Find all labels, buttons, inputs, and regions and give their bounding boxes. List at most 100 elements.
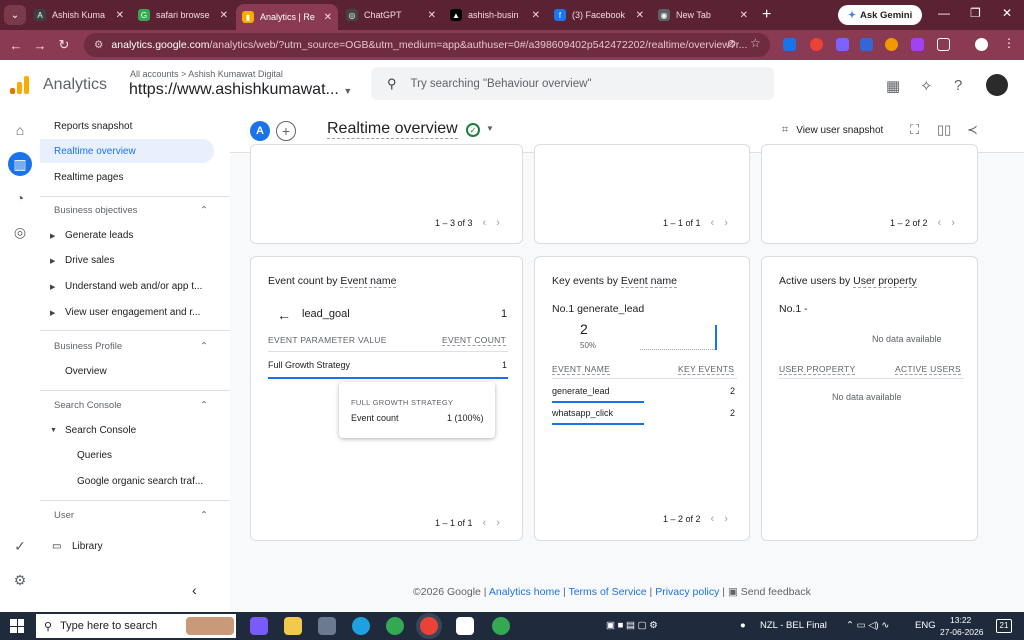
sidebar-item-generate-leads[interactable]: ▶ Generate leads: [50, 230, 210, 241]
fullscreen-icon[interactable]: ⛶: [910, 122, 919, 138]
explore-icon[interactable]: ◔: [10, 188, 30, 208]
browser-tab[interactable]: Gsafari browse ✕: [132, 3, 234, 27]
prev-page-icon[interactable]: ‹: [483, 517, 487, 529]
browser-tab-active[interactable]: ▮ Analytics | Re ✕: [236, 4, 338, 30]
dimension-selector[interactable]: User property: [853, 275, 917, 288]
clock-time[interactable]: 13:22: [950, 615, 971, 625]
chevron-down-icon[interactable]: ▼: [486, 124, 494, 133]
add-comparison-button[interactable]: +: [276, 121, 296, 141]
admin-check-icon[interactable]: ✓: [10, 536, 30, 556]
close-icon[interactable]: ✕: [636, 10, 644, 21]
section-user[interactable]: User ⌃: [54, 510, 208, 521]
windows-start-icon[interactable]: [10, 619, 24, 633]
browser-menu-icon[interactable]: ⋮: [1003, 36, 1015, 50]
prev-page-icon[interactable]: ‹: [938, 217, 942, 229]
browser-tab[interactable]: f (3) Facebook ✕: [548, 3, 650, 27]
table-row-label[interactable]: Full Growth Strategy: [268, 360, 350, 370]
browser-tab[interactable]: ◎ ChatGPT ✕: [340, 3, 442, 27]
advertising-icon[interactable]: ◎: [10, 222, 30, 242]
column-header[interactable]: ACTIVE USERS: [895, 364, 961, 375]
minimize-icon[interactable]: —: [938, 6, 950, 20]
browser-tab[interactable]: A Ashish Kuma ✕: [28, 3, 130, 27]
apps-grid-icon[interactable]: ▦: [886, 77, 900, 95]
prev-page-icon[interactable]: ‹: [711, 217, 715, 229]
app-icon[interactable]: [318, 617, 336, 635]
extension-icon[interactable]: [836, 38, 849, 51]
copilot-icon[interactable]: [250, 617, 268, 635]
next-page-icon[interactable]: ›: [724, 513, 728, 525]
chrome-profile-icon[interactable]: [492, 617, 510, 635]
terms-link[interactable]: Terms of Service: [568, 586, 646, 598]
weather-text[interactable]: NZL - BEL Final: [760, 620, 827, 631]
profile-icon[interactable]: [975, 38, 988, 51]
close-icon[interactable]: ✕: [116, 10, 124, 21]
share-icon[interactable]: ≺: [967, 122, 978, 138]
reload-icon[interactable]: ↻: [52, 37, 76, 53]
app-icon[interactable]: [456, 617, 474, 635]
reports-icon[interactable]: ▥: [8, 152, 32, 176]
prev-page-icon[interactable]: ‹: [711, 513, 715, 525]
breadcrumb[interactable]: All accounts > Ashish Kumawat Digital: [130, 69, 283, 79]
compare-columns-icon[interactable]: ▯▯: [937, 122, 951, 138]
language-indicator[interactable]: ENG: [915, 620, 936, 631]
edge-icon[interactable]: [352, 617, 370, 635]
settings-gear-icon[interactable]: ⚙: [10, 570, 30, 590]
back-icon[interactable]: ←: [4, 38, 28, 53]
close-icon[interactable]: ✕: [220, 10, 228, 21]
sparkline-bar[interactable]: [715, 325, 717, 350]
section-business-profile[interactable]: Business Profile ⌃: [54, 341, 208, 352]
sidebar-item-realtime-overview[interactable]: Realtime overview: [40, 139, 214, 163]
dimension-selector[interactable]: Event name: [340, 275, 397, 288]
collapse-sidebar-chevron-icon[interactable]: ‹: [192, 582, 197, 598]
sidebar-item-library[interactable]: ▭ Library: [52, 541, 212, 552]
column-header[interactable]: KEY EVENTS: [678, 364, 735, 375]
section-business-objectives[interactable]: Business objectives ⌃: [54, 205, 208, 216]
section-search-console[interactable]: Search Console ⌃: [54, 400, 208, 411]
download-icon[interactable]: [783, 38, 796, 51]
close-icon[interactable]: ✕: [428, 10, 436, 21]
extension-icon[interactable]: [911, 38, 924, 51]
column-header[interactable]: EVENT COUNT: [442, 335, 507, 346]
sidebar-item-understand-traffic[interactable]: ▶ Understand web and/or app t...: [50, 281, 210, 292]
search-highlight-image[interactable]: [186, 617, 234, 635]
bookmark-star-icon[interactable]: ☆: [750, 36, 761, 50]
insights-icon[interactable]: ✧: [920, 77, 933, 95]
sidebar-item-search-console[interactable]: ▼ Search Console: [50, 425, 210, 436]
analytics-logo-icon[interactable]: [10, 76, 30, 94]
table-row-label[interactable]: generate_lead: [552, 386, 610, 396]
privacy-link[interactable]: Privacy policy: [655, 586, 719, 598]
comparison-badge[interactable]: A: [250, 121, 270, 141]
sidebar-item-realtime-pages[interactable]: Realtime pages: [40, 165, 214, 189]
sidebar-item-overview[interactable]: Overview: [65, 366, 225, 377]
ask-gemini-button[interactable]: ✦ Ask Gemini: [838, 5, 923, 25]
next-page-icon[interactable]: ›: [724, 217, 728, 229]
send-feedback-link[interactable]: Send feedback: [741, 586, 811, 598]
close-icon[interactable]: ✕: [740, 10, 748, 21]
notification-badge[interactable]: 21: [996, 619, 1012, 633]
tray-icons[interactable]: ⌃ ▭ ◁) ∿: [846, 620, 889, 631]
close-icon[interactable]: ✕: [532, 10, 540, 21]
chrome-icon[interactable]: [386, 617, 404, 635]
extensions-puzzle-icon[interactable]: [937, 38, 950, 51]
sidebar-item-drive-sales[interactable]: ▶ Drive sales: [50, 255, 210, 266]
browser-tab[interactable]: ◉ New Tab ✕: [652, 3, 754, 27]
weather-icon[interactable]: ●: [740, 620, 746, 631]
restore-icon[interactable]: ❐: [970, 6, 981, 20]
file-explorer-icon[interactable]: [284, 617, 302, 635]
sidebar-item-reports-snapshot[interactable]: Reports snapshot: [40, 114, 214, 138]
dimension-selector[interactable]: Event name: [620, 275, 677, 288]
avatar[interactable]: [986, 74, 1008, 96]
close-window-icon[interactable]: ✕: [1002, 6, 1012, 20]
new-tab-button[interactable]: +: [762, 6, 771, 24]
sidebar-item-queries[interactable]: Queries: [77, 450, 237, 461]
prev-page-icon[interactable]: ‹: [483, 217, 487, 229]
tab-search-button[interactable]: ⌄: [4, 5, 26, 25]
sidebar-item-user-engagement[interactable]: ▶ View user engagement and r...: [50, 307, 210, 318]
help-icon[interactable]: ?: [954, 77, 962, 94]
property-selector[interactable]: https://www.ashishkumawat... ▼: [129, 81, 352, 99]
home-icon[interactable]: ⌂: [10, 120, 30, 140]
view-user-snapshot-button[interactable]: ⌗ View user snapshot: [782, 124, 883, 137]
browser-tab[interactable]: ▲ ashish-busin ✕: [444, 3, 546, 27]
clock-date[interactable]: 27-06-2026: [940, 627, 983, 637]
close-icon[interactable]: ✕: [324, 12, 332, 23]
